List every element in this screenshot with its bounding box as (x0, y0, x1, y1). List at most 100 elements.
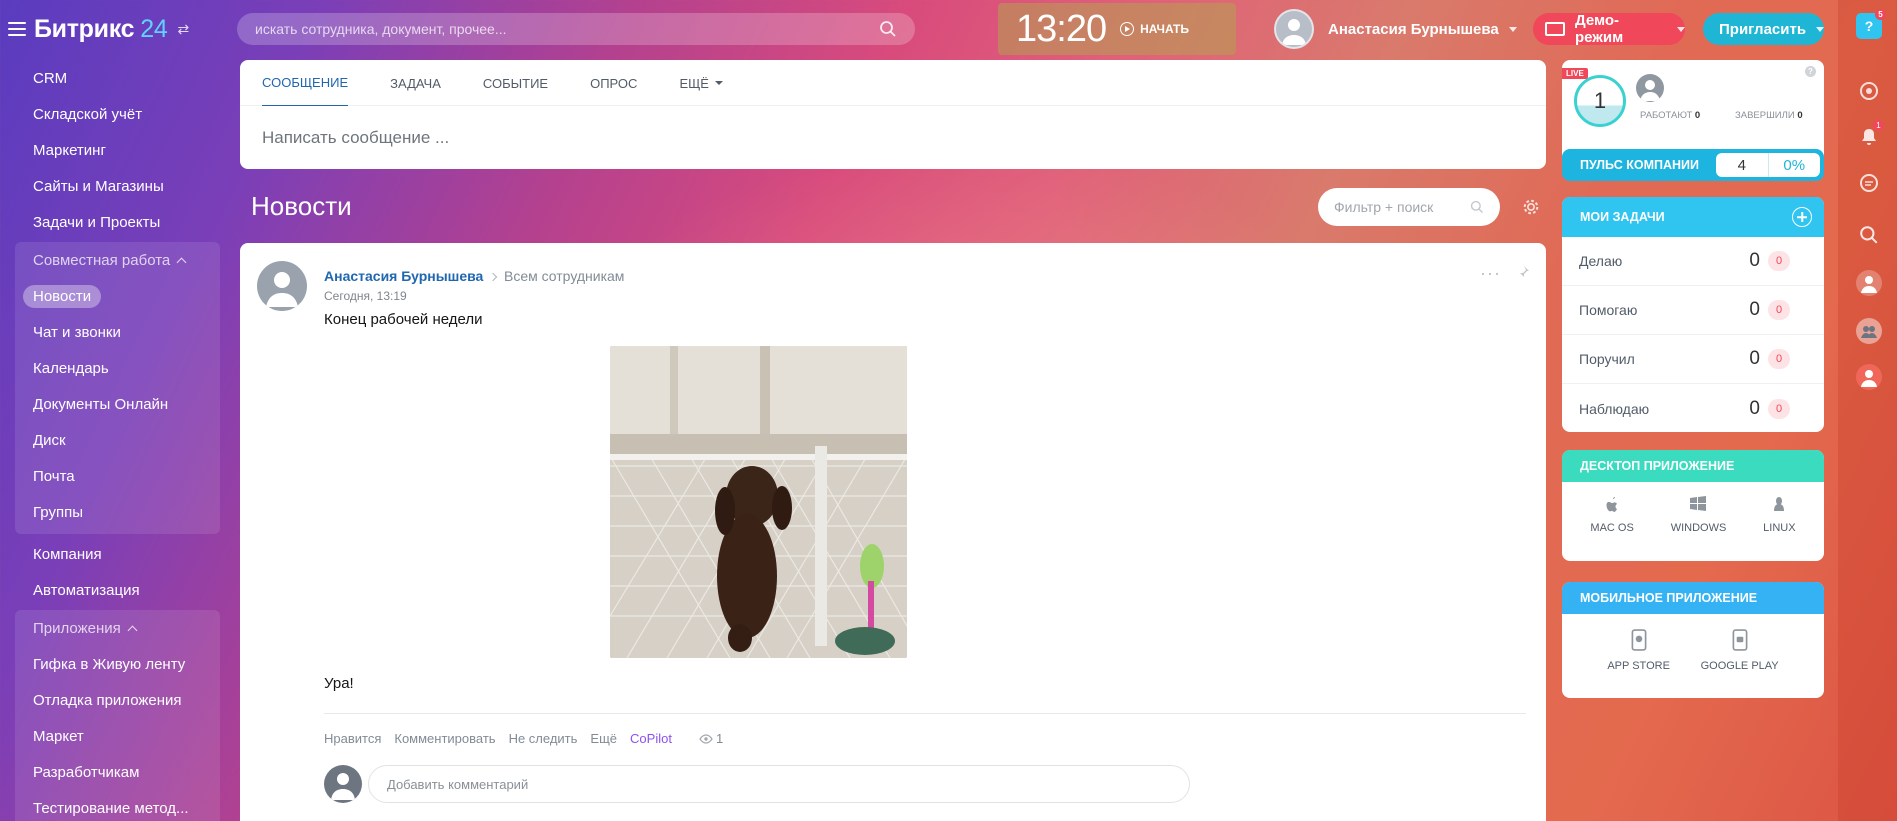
search-icon[interactable] (1856, 222, 1882, 248)
menu-group-collaboration: Совместная работа Новости Чат и звонки К… (15, 242, 220, 534)
menu-item-debug[interactable]: Отладка приложения (15, 682, 220, 718)
help-label: ? (1864, 18, 1874, 34)
settings-sliders-icon[interactable]: ⇄ (177, 21, 189, 38)
app-appstore[interactable]: APP STORE (1607, 628, 1670, 672)
add-task-icon[interactable] (1792, 207, 1812, 227)
menu-item-label: Новости (23, 284, 102, 308)
message-input[interactable]: Написать сообщение ... (240, 106, 1546, 170)
brand-logo[interactable]: Битрикс 24 (34, 15, 168, 44)
unfollow-button[interactable]: Не следить (509, 731, 578, 746)
menu-item-marketing[interactable]: Маркетинг (15, 132, 220, 168)
menu-item-crm[interactable]: CRM (15, 60, 220, 96)
task-row-doing[interactable]: Делаю 0 0 (1562, 237, 1824, 286)
post-recipient[interactable]: Всем сотрудникам (488, 268, 624, 284)
news-post: Анастасия Бурнышева Всем сотрудникам Сег… (240, 243, 1546, 821)
menu-item-automation[interactable]: Автоматизация (15, 572, 220, 608)
post-date[interactable]: Сегодня, 13:19 (324, 289, 407, 303)
menu-item-testing[interactable]: Тестирование метод... (15, 790, 220, 821)
filter-search[interactable]: Фильтр + поиск (1318, 188, 1500, 226)
avatar[interactable] (1856, 364, 1882, 390)
menu-item-news[interactable]: Новости (15, 278, 220, 314)
user-silhouette-icon (266, 272, 298, 307)
left-menu: CRM Складской учёт Маркетинг Сайты и Маг… (15, 60, 220, 821)
tab-message[interactable]: СООБЩЕНИЕ (262, 60, 349, 106)
avatar[interactable] (1274, 9, 1314, 49)
demo-mode-button[interactable]: Демо-режим (1533, 12, 1685, 46)
menu-item-market[interactable]: Маркет (15, 718, 220, 754)
phone-apple-icon (1631, 629, 1647, 651)
menu-item-gif[interactable]: Гифка в Живую ленту (15, 646, 220, 682)
more-icon[interactable]: ··· (1480, 263, 1501, 284)
menu-item-tasks[interactable]: Задачи и Проекты (15, 204, 220, 240)
help-button[interactable]: ? 5 (1856, 9, 1886, 39)
menu-item-documents[interactable]: Документы Онлайн (15, 386, 220, 422)
tab-more[interactable]: ЕЩЁ (679, 60, 723, 106)
menu-item-disk[interactable]: Диск (15, 422, 220, 458)
menu-icon[interactable] (8, 22, 26, 36)
comment-button[interactable]: Комментировать (394, 731, 495, 746)
gear-icon[interactable] (1522, 198, 1540, 216)
done-label: ЗАВЕРШИЛИ (1735, 110, 1795, 121)
start-workday-button[interactable]: НАЧАТЬ (1120, 22, 1189, 36)
search-icon-glyph (1860, 226, 1878, 244)
global-search[interactable] (237, 13, 915, 45)
menu-item-developers[interactable]: Разработчикам (15, 754, 220, 790)
avatar (324, 765, 362, 803)
comment-input[interactable] (368, 765, 1190, 803)
menu-item-mail[interactable]: Почта (15, 458, 220, 494)
avatar[interactable] (257, 261, 307, 311)
page-title: Новости (251, 191, 352, 221)
search-icon[interactable] (879, 20, 897, 38)
search-icon[interactable] (1470, 200, 1484, 214)
task-row-helping[interactable]: Помогаю 0 0 (1562, 286, 1824, 335)
copilot-button[interactable]: CoPilot (630, 731, 672, 746)
help-icon[interactable]: ? (1805, 66, 1816, 77)
menu-item-calendar[interactable]: Календарь (15, 350, 220, 386)
task-row-watching[interactable]: Наблюдаю 0 0 (1562, 384, 1824, 432)
post-title: Конец рабочей недели (324, 311, 483, 328)
more-actions-button[interactable]: Ещё (590, 731, 617, 746)
menu-group-header[interactable]: Приложения (15, 610, 220, 646)
my-tasks-widget: МОИ ЗАДАЧИ Делаю 0 0 Помогаю 0 0 Поручил 0 0 Н… (1562, 197, 1824, 432)
demo-label: Демо-режим (1574, 12, 1624, 46)
desktop-header: ДЕСКТОП ПРИЛОЖЕНИЕ (1562, 450, 1824, 482)
like-button[interactable]: Нравится (324, 731, 381, 746)
menu-item-groups[interactable]: Группы (15, 494, 220, 530)
user-menu[interactable]: Анастасия Бурнышева (1274, 8, 1517, 50)
menu-item-warehouse[interactable]: Складской учёт (15, 96, 220, 132)
apple-icon (1606, 497, 1618, 512)
post-image[interactable] (610, 346, 907, 658)
avatar[interactable] (1856, 270, 1882, 296)
avatar[interactable] (1636, 74, 1664, 102)
tab-event[interactable]: СОБЫТИЕ (483, 60, 548, 106)
task-count: 0 (1749, 250, 1760, 271)
task-row-assigned[interactable]: Поручил 0 0 (1562, 335, 1824, 384)
search-input[interactable] (255, 21, 879, 37)
app-macos[interactable]: MAC OS (1590, 494, 1634, 534)
company-pulse[interactable]: ПУЛЬС КОМПАНИИ 4 0% (1562, 149, 1824, 181)
mobile-app-widget: МОБИЛЬНОЕ ПРИЛОЖЕНИЕ APP STORE GOOGLE PL… (1562, 582, 1824, 698)
app-linux[interactable]: LINUX (1763, 494, 1796, 534)
online-counter[interactable]: 1 (1574, 75, 1626, 127)
app-windows[interactable]: WINDOWS (1671, 494, 1726, 534)
views-count: 1 (715, 731, 724, 746)
copilot-icon[interactable] (1856, 78, 1882, 104)
menu-group-header[interactable]: Совместная работа (15, 242, 220, 278)
views-counter[interactable]: 1 (699, 731, 736, 746)
tab-task[interactable]: ЗАДАЧА (390, 60, 441, 106)
menu-item-sites[interactable]: Сайты и Магазины (15, 168, 220, 204)
bell-icon[interactable]: 1 (1856, 120, 1884, 150)
app-googleplay[interactable]: GOOGLE PLAY (1701, 628, 1779, 672)
tasks-header[interactable]: МОИ ЗАДАЧИ (1562, 197, 1824, 237)
invite-button[interactable]: Пригласить (1703, 13, 1825, 45)
tab-poll[interactable]: ОПРОС (590, 60, 637, 106)
work-time-widget[interactable]: 13:20 НАЧАТЬ (998, 3, 1236, 55)
post-author[interactable]: Анастасия Бурнышева (324, 268, 483, 284)
menu-item-company[interactable]: Компания (15, 536, 220, 572)
group-chat-icon[interactable] (1856, 318, 1882, 344)
invite-label: Пригласить (1719, 20, 1807, 38)
pin-icon[interactable] (1516, 265, 1530, 279)
menu-item-chat[interactable]: Чат и звонки (15, 314, 220, 350)
post-actions: Нравится Комментировать Не следить Ещё C… (324, 731, 749, 746)
chat-icon[interactable] (1856, 170, 1882, 196)
